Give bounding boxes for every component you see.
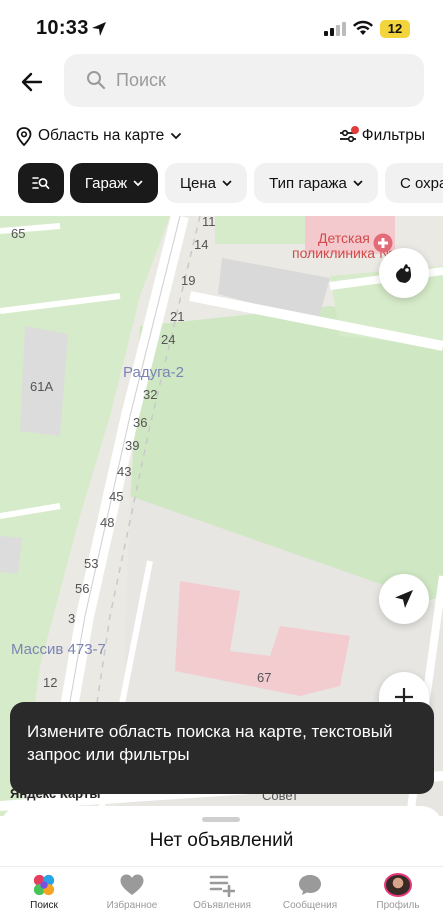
swipe-hand-icon [396,264,412,283]
chip-price[interactable]: Цена [165,163,247,203]
sheet-title: Нет объявлений [149,830,294,851]
results-sheet[interactable]: Нет объявлений [0,806,443,866]
tab-label: Объявления [193,900,251,910]
tab-favorites[interactable]: Избранное [102,873,162,910]
avatar [384,873,412,897]
status-time: 10:33 [36,17,89,39]
map-label-house: 12 [43,675,58,690]
map-label-house: 3 [68,611,76,626]
hospital-cross-icon [373,233,393,253]
toast-text: Измените область поиска на карте, тексто… [27,722,393,764]
chip-security[interactable]: С охра [385,163,443,203]
tab-label: Профиль [376,900,420,910]
location-pin-icon [16,126,32,146]
chip-label: Тип гаража [269,174,347,192]
sheet-drag-handle[interactable] [202,817,240,822]
chip-label: Цена [179,174,217,192]
tab-profile[interactable]: Профиль [368,873,428,910]
chip-label: С охра [400,174,443,192]
tab-search[interactable]: Поиск [14,873,74,910]
map-label-house: 43 [117,464,132,479]
list-view-toggle-chip[interactable] [18,163,64,203]
my-location-button[interactable] [379,574,429,624]
wifi-icon [353,20,373,35]
tab-label: Избранное [106,900,158,910]
tab-label: Поиск [30,900,58,910]
chevron-down-icon [171,133,182,140]
map-label-clinic: Детская [318,230,370,246]
search-dots-icon [33,874,55,896]
search-box[interactable] [64,54,424,107]
map-label-house: 67 [257,670,272,685]
back-arrow-icon [21,72,43,92]
info-toast: Измените область поиска на карте, тексто… [10,702,434,794]
navigation-arrow-icon [395,590,413,608]
map-label-house: 61А [30,379,54,394]
map-label-house: 36 [133,415,148,430]
tab-listings[interactable]: Объявления [192,873,252,910]
tab-bar: Поиск Избранное Объявления Сообщения Про… [0,866,443,910]
map-label-house: 65 [11,226,26,241]
location-arrow-icon [92,22,106,36]
filters-icon [339,126,359,144]
map-label-house: 11 [202,216,216,229]
battery-indicator: 12 [380,20,410,38]
map-label-house: 14 [194,237,209,252]
map-label-house: 21 [170,309,185,324]
map-label-area: Радуга-2 [123,364,184,381]
chat-icon [299,875,321,895]
chevron-down-icon [353,180,363,186]
tab-messages[interactable]: Сообщения [280,873,340,910]
back-button[interactable] [14,64,50,100]
map-label-house: 53 [84,556,99,571]
chip-category[interactable]: Гараж [70,163,158,203]
search-icon [87,71,106,90]
filter-chips: Гараж Цена Тип гаража С охра [0,163,443,203]
map-area-selector[interactable]: Область на карте [16,124,182,148]
map-label-house: 19 [181,273,196,288]
tab-label: Сообщения [282,900,338,910]
status-bar: 10:33 12 [0,0,443,56]
filters-label: Фильтры [361,127,425,144]
map-label-house: 56 [75,581,90,596]
filters-button[interactable]: Фильтры [339,124,425,148]
map-label-house: 24 [161,332,176,347]
signal-icon [324,22,346,36]
map-label-house: 45 [109,489,124,504]
map-label-house: 48 [100,515,115,530]
filters-active-dot [350,126,359,134]
chevron-down-icon [133,180,143,186]
chip-garage-type[interactable]: Тип гаража [254,163,378,203]
map-area-label: Область на карте [38,127,165,144]
map-label-area: Массив 473-7 [11,641,106,658]
heart-icon [120,874,144,895]
map-label-house: 32 [143,387,158,402]
chevron-down-icon [222,180,232,186]
map-label-house: 39 [125,438,140,453]
add-listing-icon [209,875,235,897]
chip-label: Гараж [84,174,128,192]
search-input[interactable] [116,54,406,107]
list-search-icon [32,177,50,190]
map-layers-button[interactable] [379,248,429,298]
